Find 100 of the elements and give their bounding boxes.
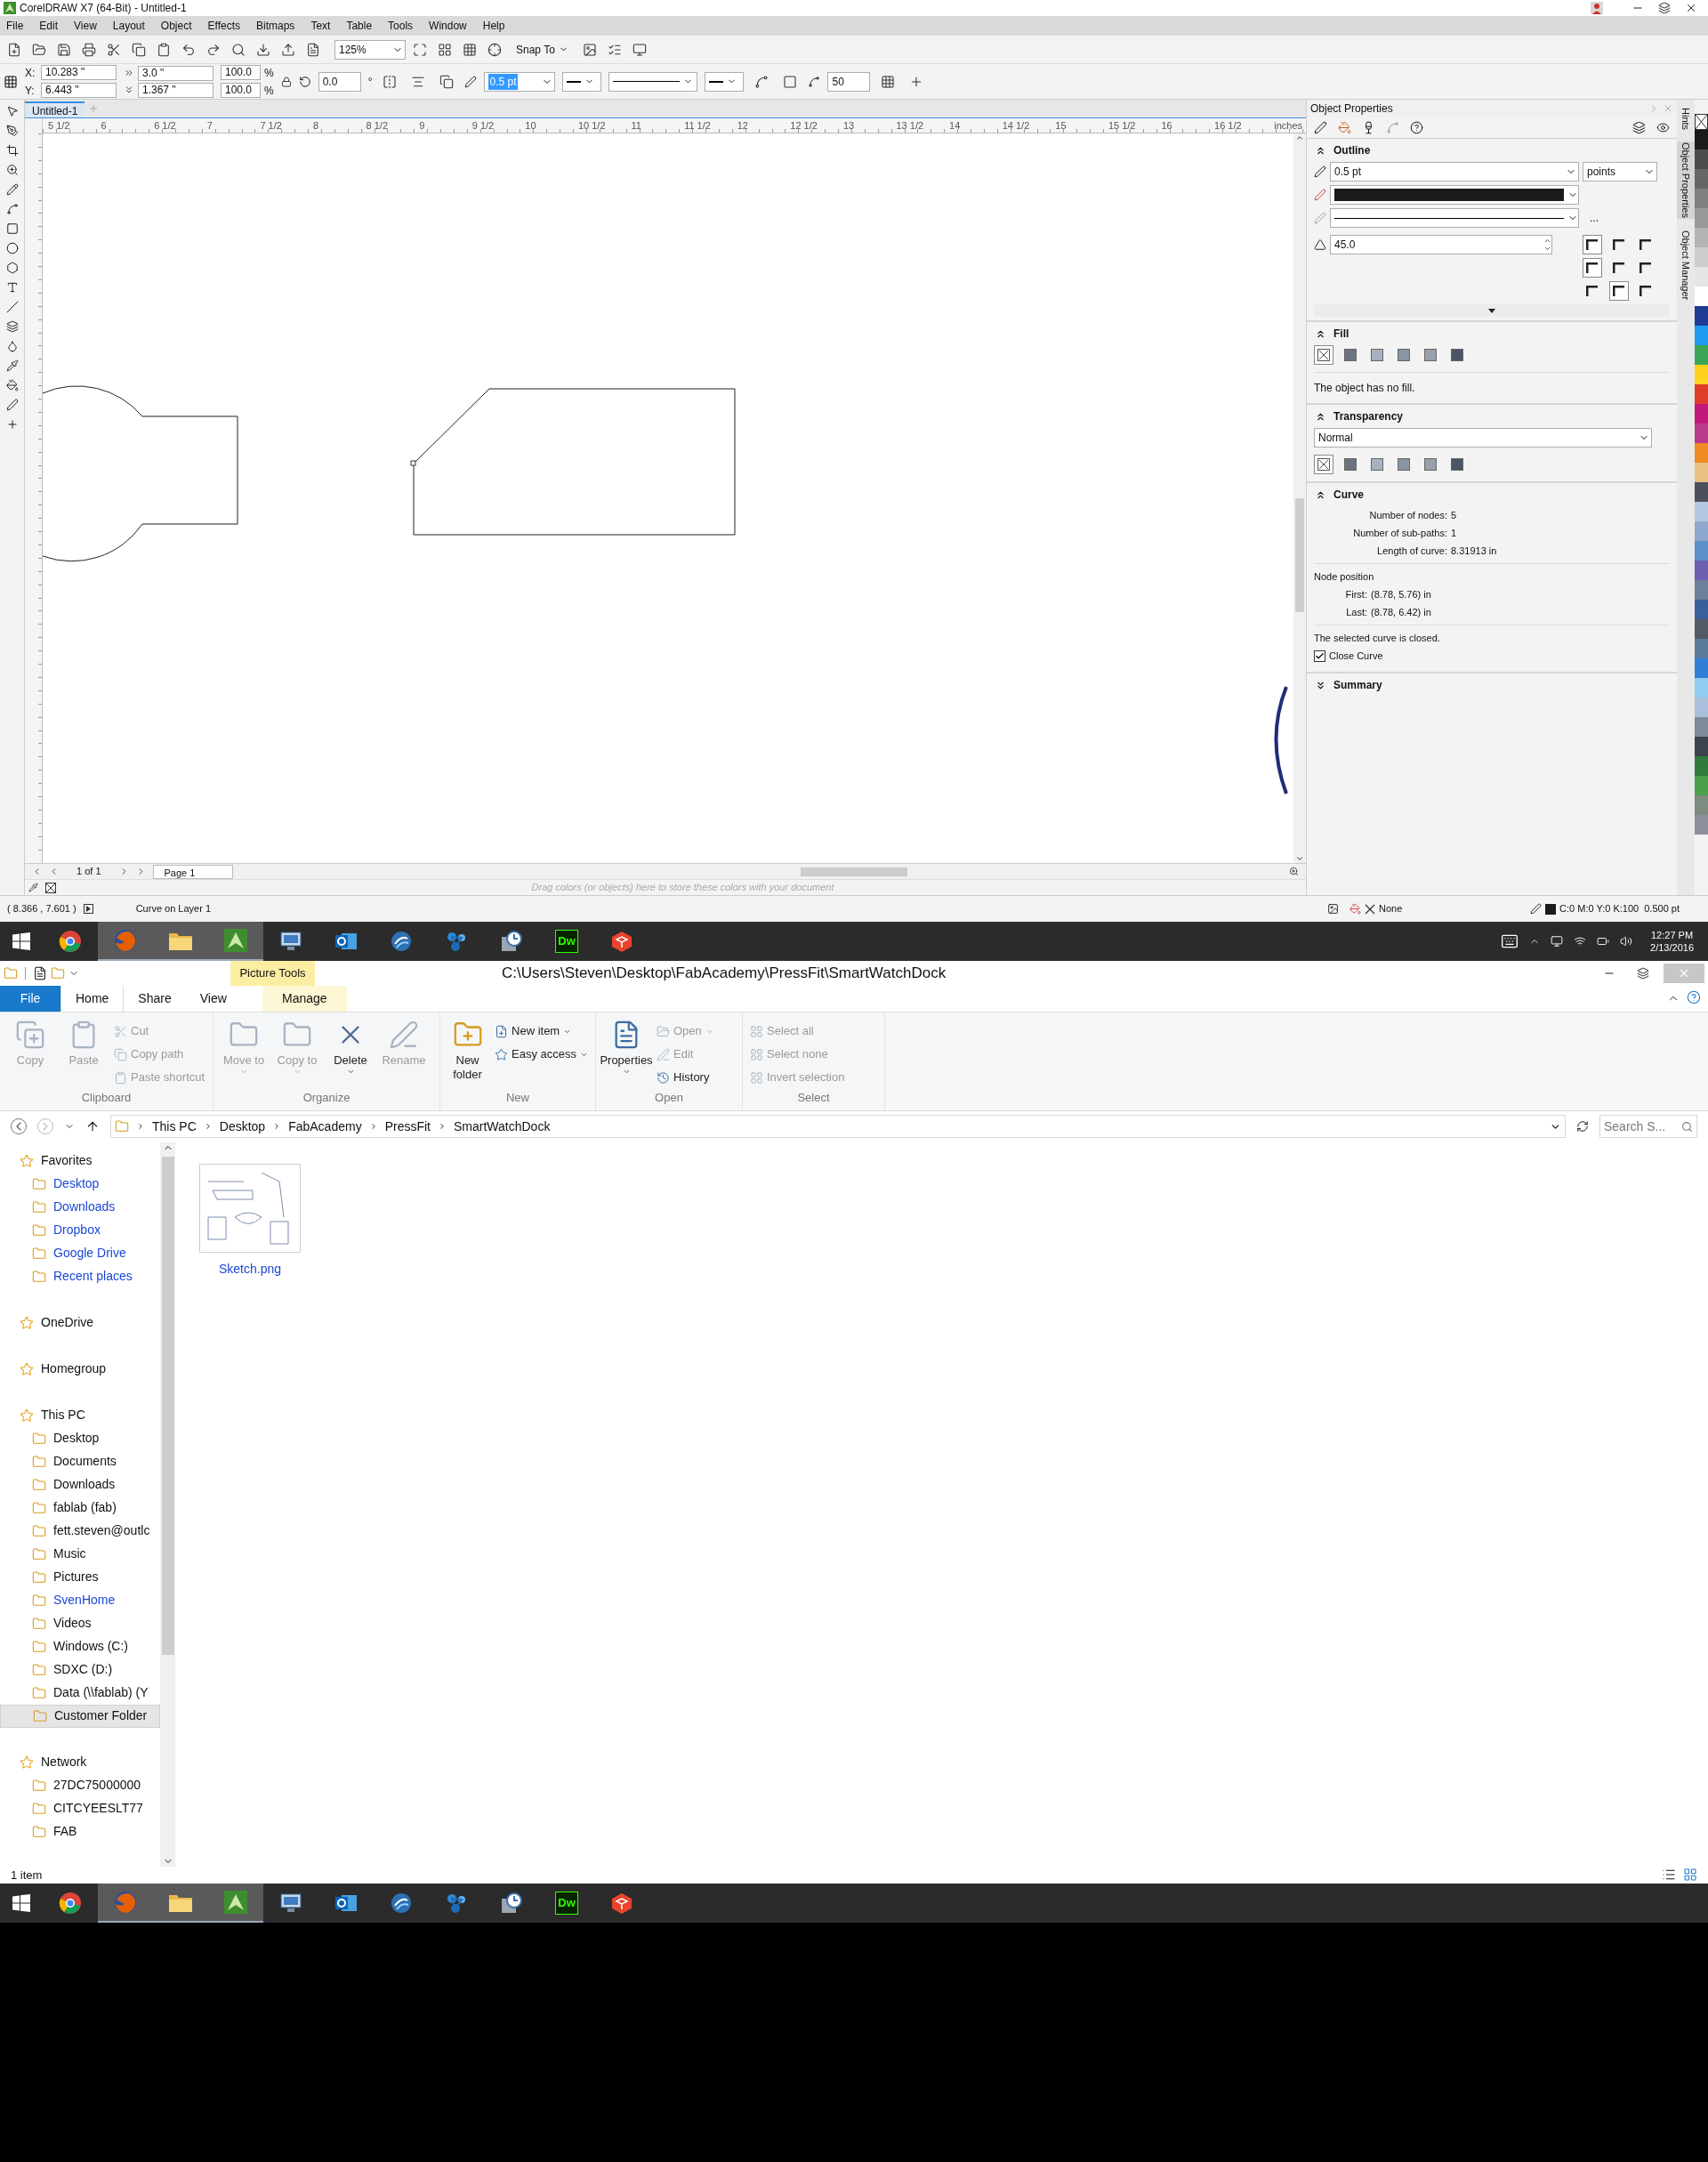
navigation-item[interactable]: Favorites xyxy=(0,1149,160,1173)
context-tab-header: Picture Tools xyxy=(230,961,315,986)
taskbar-app-button[interactable]: Dw xyxy=(539,1884,594,1923)
breadcrumb[interactable]: PressFit xyxy=(384,1117,431,1136)
ribbon-tab[interactable]: Home xyxy=(60,985,125,1012)
ruler-label: 15 1/2 xyxy=(1108,118,1137,133)
navigation-item[interactable]: SDXC (D:) xyxy=(0,1658,160,1682)
zoom-select[interactable]: 125% xyxy=(334,39,406,60)
outline-width-select[interactable]: 0.5 pt xyxy=(1330,162,1579,182)
navigation-item[interactable]: Desktop xyxy=(0,1426,160,1450)
node-position-label: Node position xyxy=(1314,563,1670,585)
ribbon-tab[interactable]: Share xyxy=(124,985,186,1012)
scale-y-field[interactable]: 100.0 xyxy=(221,83,261,98)
navigation-item[interactable]: Windows (C:) xyxy=(0,1634,160,1658)
navigation-item[interactable]: Downloads xyxy=(0,1472,160,1496)
miter-field[interactable]: 45.0 xyxy=(1330,235,1552,254)
navigation-item[interactable]: CITCYEESLT77 xyxy=(0,1796,160,1820)
menu-item[interactable]: View xyxy=(68,18,103,34)
section-title: Outline xyxy=(1333,143,1371,158)
navigation-item[interactable]: Documents xyxy=(0,1449,160,1473)
ribbon-button[interactable]: New folder xyxy=(447,1020,487,1089)
taskbar-app-button[interactable]: Dw xyxy=(539,922,594,961)
menu-item[interactable]: Help xyxy=(476,18,512,34)
navigation-item[interactable]: 27DC75000000 xyxy=(0,1773,160,1797)
breadcrumb[interactable]: Desktop xyxy=(219,1117,266,1136)
navigation-item[interactable]: Customer Folder xyxy=(0,1704,160,1728)
navigation-item[interactable]: fablab (fab) xyxy=(0,1496,160,1520)
breadcrumb[interactable]: FabAcademy xyxy=(288,1117,362,1136)
navigation-item[interactable]: Recent places xyxy=(0,1264,160,1288)
percent-sign: % xyxy=(264,83,274,99)
ruler-label: 11 xyxy=(631,118,642,133)
ruler-unit: inches xyxy=(1274,118,1303,133)
section-title: Transparency xyxy=(1333,409,1404,424)
docker-side-tab[interactable]: Object Properties xyxy=(1677,141,1695,220)
ribbon-button[interactable]: New item xyxy=(495,1020,588,1043)
ruler-label: 7 1/2 xyxy=(260,118,283,133)
navigation-item[interactable]: FAB xyxy=(0,1819,160,1843)
menu-item[interactable]: Bitmaps xyxy=(250,18,302,34)
menu-item[interactable]: Table xyxy=(340,18,379,34)
file-tab[interactable]: File xyxy=(0,985,60,1012)
property-label: Number of nodes: xyxy=(1368,509,1447,522)
menu-item[interactable]: Object xyxy=(154,18,198,34)
ruler-label: 8 xyxy=(312,118,320,133)
navigation-item[interactable]: fett.steven@outlc xyxy=(0,1519,160,1543)
degree-sign: ° xyxy=(367,74,373,90)
section-title: Fill xyxy=(1333,327,1349,342)
more-button[interactable]: ... xyxy=(1583,210,1606,226)
docker-side-tab[interactable]: Object Manager xyxy=(1677,230,1695,302)
navigation-item[interactable]: OneDrive xyxy=(0,1311,160,1335)
height-field[interactable]: 1.367 " xyxy=(138,82,214,98)
selected-text: 0.5 pt xyxy=(488,73,518,90)
menu-item[interactable]: Edit xyxy=(33,18,65,34)
menu-item[interactable]: Layout xyxy=(106,18,151,34)
x-position-field[interactable]: 10.283 " xyxy=(41,65,117,80)
ribbon-button[interactable]: History xyxy=(657,1066,713,1089)
navigation-item[interactable]: Videos xyxy=(0,1611,160,1635)
ruler-label: 10 1/2 xyxy=(577,118,607,133)
page-count: 1 of 1 xyxy=(76,865,102,879)
address-bar[interactable]: This PC Desktop FabAcademy PressFit SmartWatchDock xyxy=(110,1115,1566,1138)
navigation-item[interactable]: Desktop xyxy=(0,1172,160,1196)
ribbon-button[interactable]: Delete xyxy=(327,1020,374,1089)
width-field[interactable]: 3.0 " xyxy=(138,65,214,81)
property-label: Last: xyxy=(1345,606,1367,619)
snap-to-button[interactable]: Snap To xyxy=(509,41,576,58)
smoothing-field[interactable]: 50 xyxy=(827,71,871,92)
menu-item[interactable]: Window xyxy=(423,18,473,34)
navigation-item[interactable]: SvenHome xyxy=(0,1588,160,1612)
menu-item[interactable]: Effects xyxy=(201,18,246,34)
rotation-field[interactable]: 0.0 xyxy=(318,71,361,92)
closed-note: The selected curve is closed. xyxy=(1314,625,1670,647)
navigation-item[interactable]: Pictures xyxy=(0,1565,160,1589)
scale-x-field[interactable]: 100.0 xyxy=(221,65,261,80)
navigation-item[interactable]: Homegroup xyxy=(0,1357,160,1381)
menu-item[interactable]: File xyxy=(0,18,30,34)
navigation-item[interactable]: Music xyxy=(0,1542,160,1566)
page-tab[interactable]: Page 1 xyxy=(152,864,233,879)
navigation-item[interactable]: This PC xyxy=(0,1403,160,1427)
navigation-item[interactable]: Google Drive xyxy=(0,1241,160,1265)
ribbon-tab[interactable]: Manage xyxy=(262,985,347,1012)
ribbon-button[interactable]: Easy access xyxy=(495,1043,588,1066)
ruler-label: 15 xyxy=(1055,118,1068,133)
breadcrumb[interactable]: This PC xyxy=(152,1117,197,1136)
field-label: X: xyxy=(25,65,36,81)
units-select[interactable]: points xyxy=(1583,162,1657,182)
y-position-field[interactable]: 6.443 " xyxy=(41,83,117,98)
menu-item[interactable]: Tools xyxy=(382,18,420,34)
menu-item[interactable]: Text xyxy=(304,18,337,34)
ribbon-tab[interactable]: View xyxy=(185,985,241,1012)
navigation-item[interactable]: Data (\\fablab) (Y xyxy=(0,1681,160,1705)
transparency-mode-select[interactable]: Normal xyxy=(1314,428,1652,448)
fill-message: The object has no fill. xyxy=(1314,381,1416,396)
percent-sign: % xyxy=(264,65,274,81)
breadcrumb[interactable]: SmartWatchDock xyxy=(454,1117,551,1136)
file-item[interactable]: Sketch.png xyxy=(197,1163,303,1279)
docker-side-tab[interactable]: Hints xyxy=(1677,107,1695,132)
search-field[interactable]: Search S... xyxy=(1599,1115,1697,1138)
navigation-item[interactable]: Downloads xyxy=(0,1195,160,1219)
navigation-item[interactable]: Dropbox xyxy=(0,1218,160,1242)
document-tab[interactable]: Untitled-1 xyxy=(25,101,85,117)
navigation-item[interactable]: Network xyxy=(0,1750,160,1774)
